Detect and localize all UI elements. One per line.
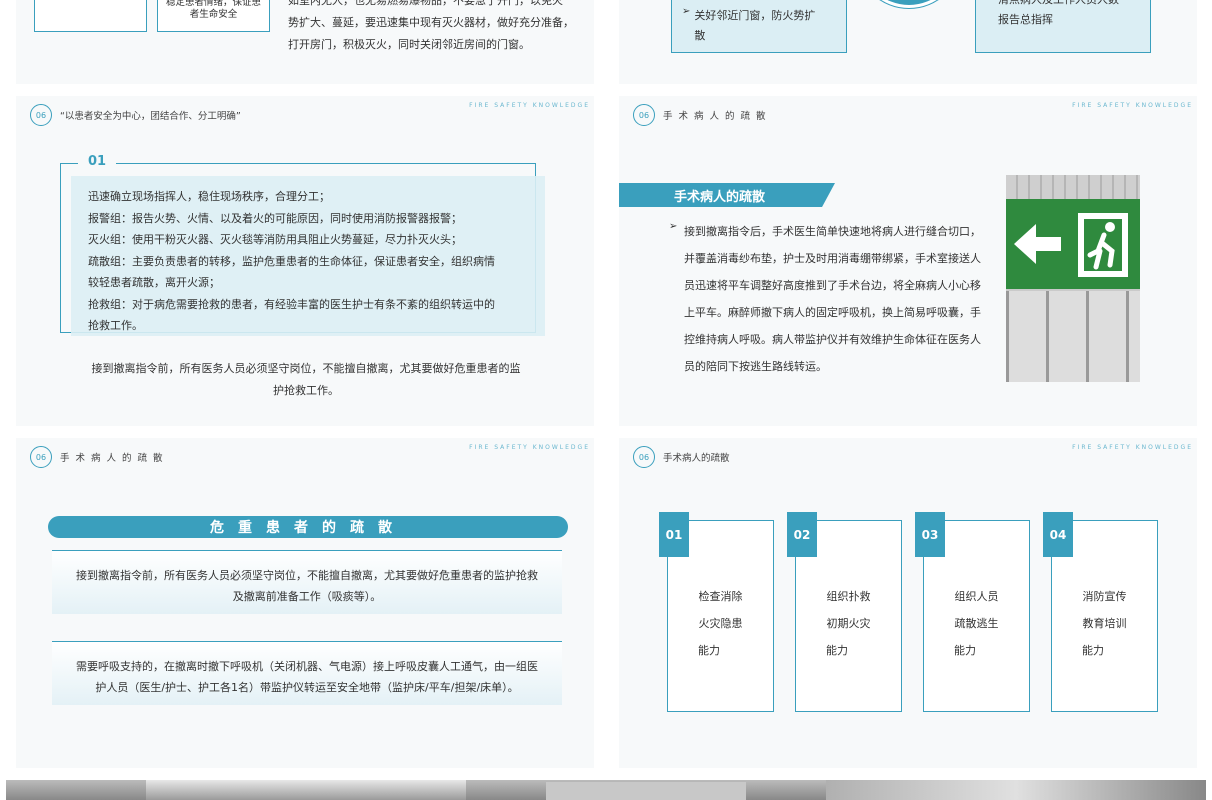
para-line: 接到撤离指令后，手术医生简单快速地将病人进行缝合切口， (684, 225, 981, 238)
card-text: 组织扑救 初期火灾 能力 (795, 583, 902, 664)
card-text: 消防宣传 教育培训 能力 (1051, 583, 1158, 664)
slide-title: 手术病人的疏散 (60, 453, 169, 464)
label-01: 01 (78, 154, 117, 169)
center-circle (857, 0, 961, 8)
top-left-box-1 (34, 0, 147, 32)
content-line: 疏散组：主要负责患者的转移，监护危重患者的生命体征，保证患者安全，组织病情 (88, 254, 495, 268)
note-line: 护抢救工作。 (273, 384, 339, 397)
content-line: 迅速确立现场指挥人，稳住现场秩序，合理分工； (88, 190, 330, 203)
slide-top-right: ➢ 关好邻近门窗，防火势扩散 清点病人及工作人员人数报告总指挥 (619, 0, 1197, 84)
note: 接到撤离指令前，所有医务人员必须坚守岗位，不能擅自撤离，尤其要做好危重患者的监 … (76, 358, 536, 402)
slide-header: 06 手术病人的疏散 (633, 446, 730, 468)
slide-surgery-evacuation: 06 手术病人的疏散 FIRE SAFETY KNOWLEDGE 手术病人的疏散… (619, 96, 1197, 426)
content-line: 较轻患者疏散，离开火源； (88, 276, 220, 289)
panel-1: 接到撤离指令前，所有医务人员必须坚守岗位，不能擅自撤离，尤其要做好危重患者的监护… (52, 550, 562, 614)
para-line: 如室内无人，也无易燃易爆物品，不要急于开门，以免火 (288, 0, 563, 7)
slide-capabilities: 06 手术病人的疏散 FIRE SAFETY KNOWLEDGE 01 检查消除… (619, 438, 1197, 768)
banner: 危重患者的疏散 (48, 516, 568, 538)
card-line: 能力 (954, 644, 976, 657)
right-text: 清点病人及工作人员人数报告总指挥 (998, 0, 1119, 26)
content-line: 抢救工作。 (88, 319, 143, 332)
fire-safety-knowledge-label: FIRE SAFETY KNOWLEDGE (1072, 444, 1193, 451)
slide-title: 手术病人的疏散 (663, 453, 730, 464)
fire-safety-knowledge-label: FIRE SAFETY KNOWLEDGE (469, 444, 590, 451)
slide-critical-patient-evacuation: 06 手术病人的疏散 FIRE SAFETY KNOWLEDGE 危重患者的疏散… (16, 438, 594, 768)
top-right-box-left: ➢ 关好邻近门窗，防火势扩散 (671, 0, 847, 53)
card-number-tab: 03 (915, 512, 945, 557)
card-number-tab: 04 (1043, 512, 1073, 557)
exit-sign (1006, 199, 1140, 289)
section-number: 06 (30, 104, 52, 126)
slide-header: 06 手术病人的疏散 (633, 104, 772, 126)
slide-top-left: 稳定患者情绪，保证患者生命安全 如室内无人，也无易燃易爆物品，不要急于开门，以免… (16, 0, 594, 84)
slide-title: “以患者安全为中心，团结合作、分工明确” (60, 111, 241, 122)
fire-safety-knowledge-label: FIRE SAFETY KNOWLEDGE (469, 102, 590, 109)
card-line: 组织扑救 (826, 590, 871, 603)
section-number: 06 (633, 104, 655, 126)
card-line: 检查消除 (698, 590, 743, 603)
card-line: 能力 (698, 644, 720, 657)
panel-2: 需要呼吸支持的，在撤离时撤下呼吸机（关闭机器、气电源）接上呼吸皮囊人工通气，由一… (52, 641, 562, 705)
card-line: 能力 (826, 644, 848, 657)
para-line: 员的陪同下按逃生路线转运。 (684, 360, 827, 373)
content-line: 报警组：报告火势、火情、以及着火的可能原因，同时使用消防报警器报警； (88, 211, 462, 225)
exit-sign-photo (1006, 175, 1140, 382)
card-line: 疏散逃生 (954, 617, 999, 630)
section-number: 06 (30, 446, 52, 468)
panel-line: 需要呼吸支持的，在撤离时撤下呼吸机（关闭机器、气电源）接上呼吸皮囊人工通气，由一… (76, 660, 538, 673)
panel-line: 及撤离前准备工作（吸痰等）。 (232, 590, 382, 603)
top-right-box-right: 清点病人及工作人员人数报告总指挥 (975, 0, 1151, 53)
slide-header: 06 手术病人的疏散 (30, 446, 169, 468)
para-line: 员迅速将平车调整好高度推到了手术台边，将全麻病人小心移 (684, 279, 981, 292)
section-number: 06 (633, 446, 655, 468)
card-line: 能力 (1082, 644, 1104, 657)
card-line: 教育培训 (1082, 617, 1127, 630)
banner-text: 手术病人的疏散 (674, 189, 766, 205)
para-line: 上平车。麻醉师撤下病人的固定呼吸机，换上简易呼吸囊，手 (684, 306, 981, 319)
panel-line: 护人员（医生/护士、护工各1名）带监护仪转运至安全地带（监护床/平车/担架/床单… (95, 681, 519, 694)
content-line: 灭火组：使用干粉灭火器、灭火毯等消防用具阻止火势蔓延，尽力扑灭火头； (88, 233, 462, 246)
note-line: 接到撤离指令前，所有医务人员必须坚守岗位，不能擅自撤离，尤其要做好危重患者的监 (91, 362, 521, 375)
arrow-bullet-icon: ➢ (669, 221, 678, 232)
para-line: 控维持病人呼吸。病人带监护仪并有效维护生命体征在医务人 (684, 333, 981, 346)
card-line: 火灾隐患 (698, 617, 743, 630)
slide-title: 手术病人的疏散 (663, 111, 772, 122)
panel-line: 接到撤离指令前，所有医务人员必须坚守岗位，不能擅自撤离，尤其要做好危重患者的监护… (76, 569, 538, 582)
ceiling-photo-strip (6, 780, 1206, 800)
card-line: 组织人员 (954, 590, 999, 603)
card-number-tab: 01 (659, 512, 689, 557)
fire-safety-knowledge-label: FIRE SAFETY KNOWLEDGE (1072, 102, 1193, 109)
content-line: 抢救组：对于病危需要抢救的患者，有经验丰富的医生护士有条不紊的组织转运中的 (88, 297, 495, 311)
card-line: 消防宣传 (1082, 590, 1127, 603)
exit-arrow-icon (1014, 213, 1128, 277)
box-2-text: 稳定患者情绪，保证患者生命安全 (166, 0, 262, 20)
top-left-paragraph: 如室内无人，也无易燃易爆物品，不要急于开门，以免火 势扩大、蔓延，要迅速集中现有… (288, 0, 588, 56)
para-line: 势扩大、蔓延，要迅速集中现有灭火器材，做好充分准备， (288, 16, 574, 29)
para-line: 并覆盖消毒纱布垫，护士及时用消毒绷带绑紧，手术室接送人 (684, 252, 981, 265)
bullet-text: 关好邻近门窗，防火势扩散 (694, 9, 816, 42)
card-text: 组织人员 疏散逃生 能力 (923, 583, 1030, 664)
top-left-box-2: 稳定患者情绪，保证患者生命安全 (157, 0, 270, 32)
paragraph: 接到撤离指令后，手术医生简单快速地将病人进行缝合切口， 并覆盖消毒纱布垫，护士及… (684, 218, 1004, 380)
banner-text: 危重患者的疏散 (210, 520, 406, 536)
card-line: 初期火灾 (826, 617, 871, 630)
card-number-tab: 02 (787, 512, 817, 557)
content-lines: 迅速确立现场指挥人，稳住现场秩序，合理分工； 报警组：报告火势、火情、以及着火的… (88, 186, 538, 337)
para-line: 打开房门，积极灭火，同时关闭邻近房间的门窗。 (288, 38, 530, 51)
banner: 手术病人的疏散 (619, 183, 835, 207)
card-text: 检查消除 火灾隐患 能力 (667, 583, 774, 664)
slide-command-structure: 06 “以患者安全为中心，团结合作、分工明确” FIRE SAFETY KNOW… (16, 96, 594, 426)
arrow-bullet-icon: ➢ (682, 6, 691, 17)
slide-header: 06 “以患者安全为中心，团结合作、分工明确” (30, 104, 241, 126)
